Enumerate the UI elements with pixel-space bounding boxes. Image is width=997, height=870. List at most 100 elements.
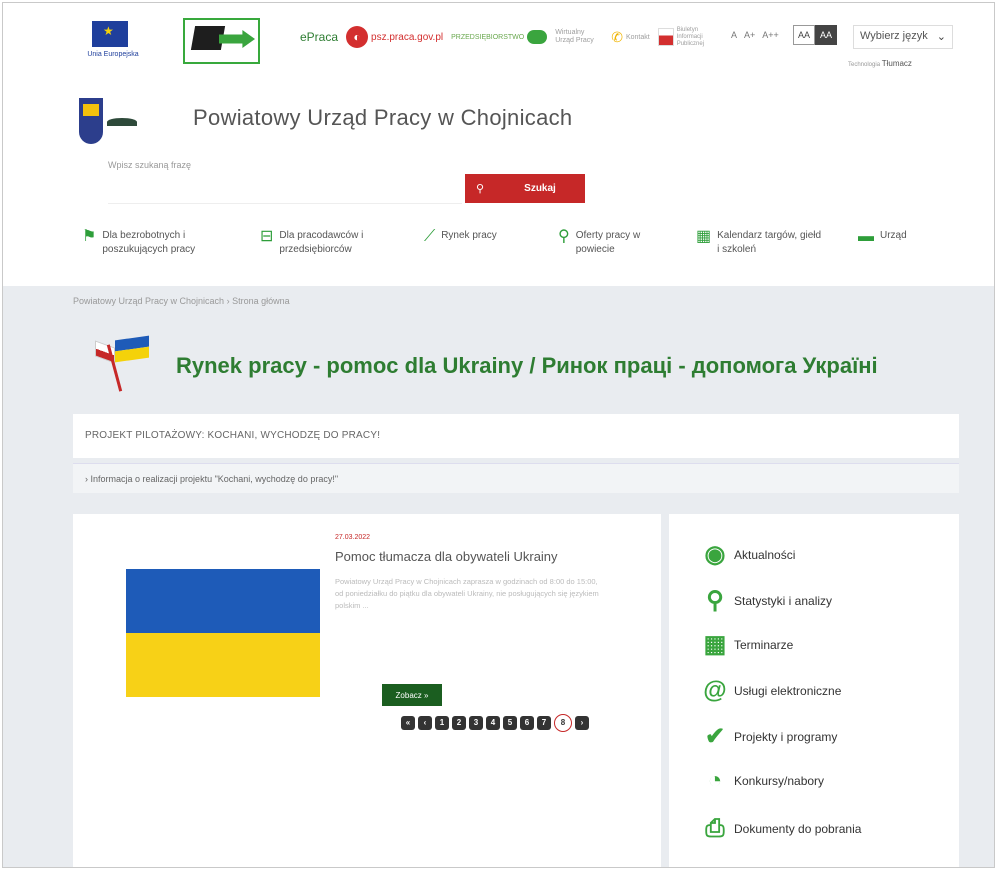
partner-logo[interactable]: [183, 18, 260, 64]
nav-item-label: Kalendarz targów, giełd i szkoleń: [717, 230, 822, 255]
news-image[interactable]: [126, 569, 320, 697]
pager-next[interactable]: ›: [575, 716, 589, 730]
font-size-controls: A A+ A++: [731, 30, 779, 40]
coat-of-arms-logo[interactable]: [79, 98, 137, 146]
pager-page[interactable]: 6: [520, 716, 534, 730]
translate-prefix: Technologia: [848, 62, 881, 68]
sidebar-item-e-services[interactable]: @ Usługi elektroniczne: [699, 676, 841, 706]
news-title[interactable]: Pomoc tłumacza dla obywateli Ukrainy: [335, 549, 558, 564]
calendar-icon: ▦: [703, 631, 727, 658]
sidebar-item-schedules[interactable]: ▦ Terminarze: [699, 630, 794, 660]
gov-logo-icon: ◐: [346, 26, 369, 48]
pager-prev[interactable]: ‹: [418, 716, 432, 730]
sidebar-item-label: Konkursy/nabory: [734, 774, 825, 788]
project-header[interactable]: PROJEKT PILOTAŻOWY: KOCHANI, WYCHODZĘ DO…: [73, 414, 959, 458]
pager: « ‹ 1 2 3 4 5 6 7 8 ›: [401, 714, 589, 732]
pager-page[interactable]: 1: [435, 716, 449, 730]
bird-icon: [107, 118, 137, 126]
sidebar-item-label: Statystyki i analizy: [734, 594, 833, 608]
skills-link[interactable]: PRZEDSIĘBIORSTWO: [451, 30, 548, 44]
page-title: Rynek pracy - pomoc dla Ukrainy / Ринок …: [176, 353, 878, 378]
infinity-icon: [527, 30, 548, 44]
nav-item-label: Urząd: [880, 230, 907, 241]
content-area: Powiatowy Urząd Pracy w Chojnicach › Str…: [3, 286, 994, 867]
nav-item-labour-market[interactable]: ⟋ Rynek pracy: [424, 229, 534, 245]
font-size-xlarge[interactable]: A++: [762, 30, 779, 40]
arrow-icon: [219, 30, 255, 48]
nav-item-calendar[interactable]: ▦ Kalendarz targów, giełd i szkoleń: [696, 229, 826, 257]
contrast-normal-button[interactable]: AA: [793, 25, 815, 45]
pager-page[interactable]: 4: [486, 716, 500, 730]
quick-links: ◉ Aktualności ⚲ Statystyki i analizy ▦ T…: [669, 514, 959, 867]
document-icon: ⎙: [705, 815, 725, 842]
search-input[interactable]: [108, 174, 462, 204]
eu-label: Unia Europejska: [87, 51, 139, 58]
site-title[interactable]: Powiatowy Urząd Pracy w Chojnicach: [193, 105, 572, 131]
breadcrumb-current: Strona główna: [232, 296, 290, 306]
chevron-right-icon: ›: [85, 474, 88, 484]
flags-icon: [91, 334, 153, 392]
breadcrumb-home[interactable]: Powiatowy Urząd Pracy w Chojnicach: [73, 296, 224, 306]
news-date: 27.03.2022: [335, 534, 371, 541]
main-nav: ⚑ Dla bezrobotnych i poszukujących pracy…: [78, 229, 938, 273]
project-info-link-label: Informacja o realizacji projektu "Kochan…: [90, 474, 339, 484]
search-button[interactable]: ⚲ Szukaj: [465, 174, 585, 203]
eu-logo[interactable]: Unia Europejska: [78, 21, 148, 67]
pager-page[interactable]: 7: [537, 716, 551, 730]
news-box: 27.03.2022 Pomoc tłumacza dla obywateli …: [73, 514, 661, 867]
pager-first[interactable]: «: [401, 716, 415, 730]
contact-link-label: Kontakt: [625, 33, 650, 41]
epraca-link[interactable]: ePraca: [300, 30, 338, 44]
gov-link[interactable]: ◐ psz.praca.gov.pl: [346, 26, 443, 48]
search-icon: ⚲: [558, 228, 570, 245]
language-select[interactable]: Wybierz język ⌄: [853, 25, 953, 49]
sidebar-item-contests[interactable]: ◔ Konkursy/nabory: [699, 766, 824, 796]
signpost-icon: ⚑: [82, 228, 97, 245]
pager-page[interactable]: 2: [452, 716, 466, 730]
nav-item-label: Dla pracodawców i przedsiębiorców: [279, 230, 364, 255]
bip-link[interactable]: Biuletyn Informacji Publicznej: [657, 27, 717, 48]
sidebar-item-label: Projekty i programy: [734, 730, 838, 744]
contact-link[interactable]: ✆ Kontakt: [611, 29, 649, 46]
chart-icon: ⟋: [424, 228, 436, 245]
search-button-label: Szukaj: [524, 183, 556, 194]
briefcase-icon: ⊟: [260, 228, 274, 245]
nav-item-employers[interactable]: ⊟ Dla pracodawców i przedsiębiorców: [260, 229, 400, 257]
shield-icon: [79, 98, 103, 144]
contrast-controls: AA AA: [793, 25, 837, 45]
search-icon: ⚲: [475, 183, 485, 195]
chevron-down-icon: ⌄: [936, 31, 946, 43]
pager-page[interactable]: 5: [503, 716, 517, 730]
project-info-link[interactable]: › Informacja o realizacji projektu "Koch…: [73, 463, 959, 493]
sidebar-item-label: Aktualności: [734, 548, 796, 562]
contrast-high-button[interactable]: AA: [815, 25, 837, 45]
translate-credit: Technologia Tłumacz: [848, 59, 912, 68]
eu-flag-icon: [92, 21, 128, 47]
statistics-icon: ⚲: [706, 587, 724, 614]
nav-item-label: Oferty pracy w powiecie: [575, 230, 641, 255]
sidebar-item-news[interactable]: ◉ Aktualności: [699, 540, 796, 570]
virtual-office-link[interactable]: Wirtualny Urząd Pracy: [555, 29, 603, 45]
nav-item-label: Dla bezrobotnych i poszukujących pracy: [102, 230, 196, 255]
nav-item-office[interactable]: ▬ Urząd: [858, 229, 938, 245]
megaphone-icon: ◔: [707, 767, 723, 794]
page-frame: Unia Europejska ePraca ◐ psz.praca.gov.p…: [2, 2, 995, 868]
sidebar-item-label: Usługi elektroniczne: [734, 684, 842, 698]
sidebar-item-label: Terminarze: [734, 638, 794, 652]
clipboard-icon: ✔: [704, 723, 726, 750]
breadcrumb: Powiatowy Urząd Pracy w Chojnicach › Str…: [73, 296, 290, 306]
sidebar-item-statistics[interactable]: ⚲ Statystyki i analizy: [699, 586, 832, 616]
translate-brand: Tłumacz: [881, 59, 912, 68]
nav-item-job-offers[interactable]: ⚲ Oferty pracy w powiecie: [558, 229, 678, 257]
pager-page[interactable]: 3: [469, 716, 483, 730]
nav-item-unemployed[interactable]: ⚑ Dla bezrobotnych i poszukujących pracy: [82, 229, 242, 257]
font-size-large[interactable]: A+: [744, 30, 755, 40]
sidebar-item-documents[interactable]: ⎙ Dokumenty do pobrania: [699, 814, 861, 844]
language-select-label: Wybierz język: [860, 30, 928, 42]
sidebar-item-label: Dokumenty do pobrania: [734, 822, 862, 836]
sidebar-item-projects[interactable]: ✔ Projekty i programy: [699, 722, 837, 752]
read-more-button[interactable]: Zobacz »: [382, 684, 442, 706]
top-links: ePraca ◐ psz.praca.gov.pl PRZEDSIĘBIORST…: [300, 26, 717, 48]
pager-page-active[interactable]: 8: [554, 714, 572, 732]
font-size-normal[interactable]: A: [731, 30, 737, 40]
